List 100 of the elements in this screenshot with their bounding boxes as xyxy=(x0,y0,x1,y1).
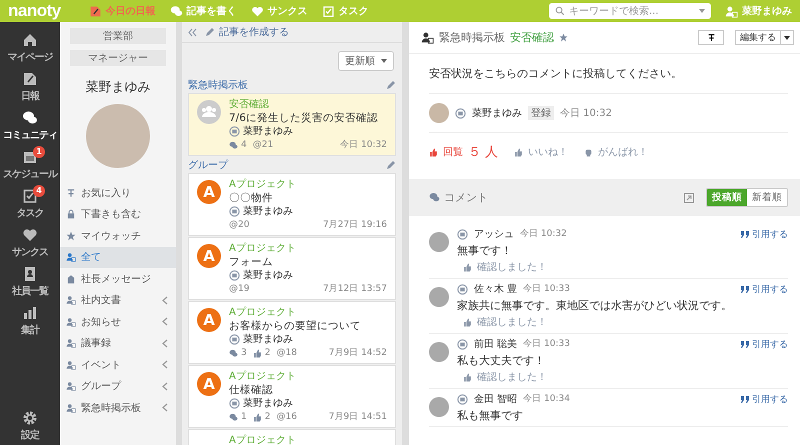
bar-chart-icon xyxy=(22,304,38,320)
post-time: 今日 10:32 xyxy=(560,107,612,120)
heart-icon xyxy=(22,226,38,242)
comment-text: 無事です！ xyxy=(457,244,513,257)
settings-button[interactable]: 設定 xyxy=(0,406,60,445)
side-nav-item[interactable]: 日報 xyxy=(0,67,60,106)
pencil-icon[interactable] xyxy=(386,160,396,170)
search-icon xyxy=(555,6,565,16)
side-nav-item[interactable]: マイページ xyxy=(0,28,60,67)
category-item[interactable]: イベント xyxy=(60,354,176,376)
search-field[interactable]: キーワードで検索... xyxy=(549,3,711,19)
post-time: 7月9日 14:52 xyxy=(328,346,387,360)
category-item[interactable]: お気に入り xyxy=(60,182,176,204)
quote-link[interactable]: 引用する xyxy=(741,283,788,296)
role-label: マネージャー xyxy=(70,50,166,66)
pin-button[interactable] xyxy=(698,30,724,45)
comment-author: 金田 智昭 xyxy=(474,393,518,406)
post-title: 〇〇物件 xyxy=(229,192,274,205)
sort-dropdown[interactable]: 更新順 xyxy=(338,51,394,71)
quote-icon xyxy=(741,396,749,403)
group-avatar: A xyxy=(197,308,221,332)
post-card[interactable]: A Aプロジェクト お客様からの要望について 菜野まゆみ 3 2 @18 7月9日 14:52 xyxy=(188,301,396,364)
category-item[interactable]: 社長メッセージ xyxy=(60,268,176,290)
post-time: 今日 10:32 xyxy=(340,138,387,152)
people-icon xyxy=(66,360,76,370)
scrollbar[interactable] xyxy=(402,22,409,445)
quote-link[interactable]: 引用する xyxy=(741,393,788,406)
side-nav-item[interactable]: サンクス xyxy=(0,223,60,262)
collapse-icon[interactable] xyxy=(188,28,197,36)
user-badge-icon xyxy=(457,229,468,240)
comment-time: 今日 10:33 xyxy=(523,338,570,351)
post-category: Aプロジェクト xyxy=(229,242,297,256)
people-icon xyxy=(66,252,76,262)
speech-bubbles-icon xyxy=(22,110,38,126)
post-number: @16 xyxy=(276,410,297,424)
side-nav-item[interactable]: 社員一覧 xyxy=(0,262,60,301)
side-nav-item[interactable]: コミュニティ xyxy=(0,106,60,145)
people-icon xyxy=(66,402,76,413)
board-name: 緊急時掲示板 xyxy=(439,30,505,45)
edit-button[interactable]: 編集する xyxy=(735,30,794,45)
category-item[interactable]: 緊急時掲示板 xyxy=(60,397,176,418)
user-badge-icon xyxy=(229,206,240,218)
status-tag: 登録 xyxy=(528,106,554,120)
category-item[interactable]: マイウォッチ xyxy=(60,225,176,246)
category-item[interactable]: お知らせ xyxy=(60,311,176,332)
post-title: 7/6に発生した災害の安否確認 xyxy=(229,112,379,125)
post-author: 菜野まゆみ xyxy=(243,205,293,218)
post-card[interactable]: A Aプロジェクト フォーム 菜野まゆみ @19 7月12日 13:57 xyxy=(188,237,396,300)
post-card[interactable]: A Aプロジェクト 〇〇物件 菜野まゆみ @20 7月27日 19:16 xyxy=(188,173,396,236)
category-item[interactable]: 下書きも含む xyxy=(60,204,176,225)
quote-link[interactable]: 引用する xyxy=(741,338,788,351)
post-card[interactable]: A Aプロジェクト 仕様確認 菜野まゆみ 1 2 @16 7月9日 14:51 xyxy=(188,365,396,428)
article-body: 安否状況をこちらのコメントに投稿してください。 xyxy=(429,54,788,94)
category-item[interactable]: 全て xyxy=(60,246,176,268)
thumbs-up-icon xyxy=(252,348,262,358)
avatar xyxy=(429,397,449,417)
building-icon xyxy=(66,274,76,284)
group-avatar: A xyxy=(197,180,221,204)
post-category: Aプロジェクト xyxy=(229,178,297,192)
post-category: Aプロジェクト xyxy=(229,306,297,320)
post-author: 菜野まゆみ xyxy=(243,397,293,410)
pencil-note-icon xyxy=(88,4,102,18)
post-time: 7月9日 14:51 xyxy=(328,410,387,424)
pin-icon xyxy=(66,188,76,198)
profile-name: 菜野まゆみ xyxy=(84,79,152,96)
thumbs-up-icon xyxy=(463,262,472,272)
pin-icon xyxy=(706,33,716,42)
scrollbar[interactable] xyxy=(176,22,182,445)
section-title: グループ xyxy=(188,158,228,172)
comment-text: 私も大丈夫です！ xyxy=(457,354,546,367)
lock-icon xyxy=(66,209,76,220)
address-book-icon xyxy=(22,266,38,282)
category-item[interactable]: 社内文書 xyxy=(60,290,176,311)
quote-link[interactable]: 引用する xyxy=(741,228,788,241)
star-icon[interactable] xyxy=(559,33,568,42)
house-icon xyxy=(22,32,38,48)
post-title: フォーム xyxy=(229,256,274,269)
export-icon[interactable] xyxy=(684,192,694,202)
post-time: 7月27日 19:16 xyxy=(323,218,387,232)
category-item[interactable]: 議事録 xyxy=(60,332,176,354)
compose-link[interactable]: 記事を作成する xyxy=(205,25,289,39)
people-icon xyxy=(66,381,76,392)
post-title: 仕様確認 xyxy=(229,384,274,397)
sort-tab[interactable]: 新着順 xyxy=(747,189,787,206)
people-icon xyxy=(66,338,76,348)
comment-text: 私も無事です xyxy=(457,409,524,422)
category-item[interactable]: グループ xyxy=(60,376,176,397)
user-badge-icon xyxy=(455,108,466,118)
side-nav-item[interactable]: スケジュール 1 xyxy=(0,145,60,184)
post-category: 安否確認 xyxy=(229,98,270,112)
pencil-icon[interactable] xyxy=(386,80,396,90)
post-card[interactable]: 安否確認 7/6に発生した災害の安否確認 菜野まゆみ 4 @21 今日 10:32 xyxy=(188,93,396,156)
reaction-button[interactable]: 回覧 ５ 人 xyxy=(429,143,498,161)
comment-text: 家族共に無事です。東地区では水害がひどい状況です。 xyxy=(457,299,733,312)
people-icon xyxy=(66,295,76,306)
avatar xyxy=(429,287,449,307)
side-nav-item[interactable]: 集計 xyxy=(0,301,60,340)
group-avatar: A xyxy=(197,372,221,396)
side-nav-item[interactable]: タスク 4 xyxy=(0,184,60,223)
comment-author: 前田 聡美 xyxy=(474,338,518,351)
